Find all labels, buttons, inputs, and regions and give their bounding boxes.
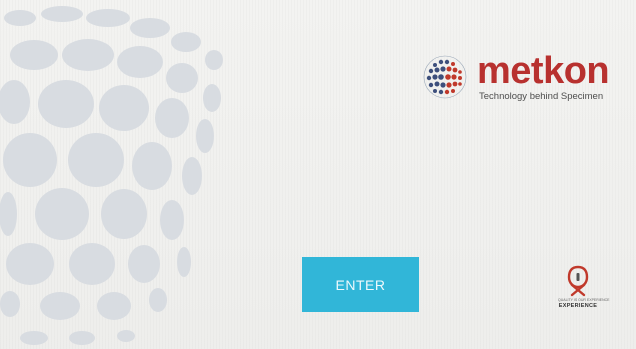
brand-tagline: Technology behind Specimen	[479, 91, 604, 102]
enter-button[interactable]: ENTER	[302, 257, 419, 312]
splash-screen: metkon Technology behind Specimen ENTER …	[0, 0, 636, 349]
brand-name: metkon	[477, 50, 610, 92]
metkon-logo: metkon Technology behind Specimen	[422, 50, 617, 102]
dotted-globe-icon	[423, 55, 467, 99]
experience-badge: QUALITY IS OUR EXPERIENCE EXPERIENCE	[558, 265, 609, 320]
dotted-sphere-decoration	[0, 6, 223, 345]
badge-label: EXPERIENCE	[558, 303, 598, 309]
quality-seal-icon	[567, 265, 589, 297]
